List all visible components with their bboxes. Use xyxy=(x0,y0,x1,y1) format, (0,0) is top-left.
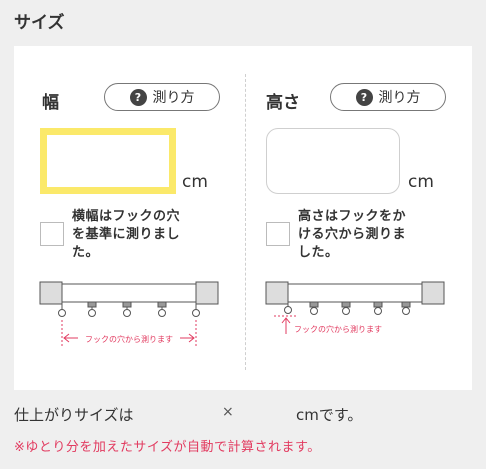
width-title: 幅 xyxy=(42,93,59,113)
height-confirm-line-1: 高さはフックをか xyxy=(298,209,407,224)
column-divider xyxy=(245,74,246,370)
height-bracket-left xyxy=(265,281,289,305)
height-confirm-line-2: ける穴から測りま xyxy=(298,227,407,242)
height-title: 高さ xyxy=(266,93,300,113)
height-measure-button[interactable]: ? 測り方 xyxy=(330,83,446,111)
width-confirm-line-1: 横幅はフックの穴 xyxy=(72,209,181,224)
width-unit: cm xyxy=(182,172,208,192)
finished-size-unit: cmです。 xyxy=(296,406,363,424)
height-unit: cm xyxy=(408,172,434,192)
height-confirm-label: 高さはフックをか ける穴から測りま した。 xyxy=(298,208,406,262)
width-runners xyxy=(58,301,200,317)
height-bracket-right xyxy=(421,281,445,305)
height-diagram-caption: フックの穴から測ります xyxy=(294,324,382,334)
height-measure-label: 測り方 xyxy=(378,90,421,106)
width-confirm-checkbox[interactable] xyxy=(40,222,64,246)
size-panel: 幅 ? 測り方 cm 横幅はフックの穴 を基準に測りまし た。 フックの穴から測… xyxy=(14,46,472,390)
width-confirm-label: 横幅はフックの穴 を基準に測りまし た。 xyxy=(72,208,180,262)
width-rail xyxy=(61,283,197,303)
height-confirm-checkbox[interactable] xyxy=(266,222,290,246)
section-title: サイズ xyxy=(14,13,65,33)
width-measure-button[interactable]: ? 測り方 xyxy=(104,83,220,111)
width-diagram: フックの穴から測ります xyxy=(39,281,219,348)
question-icon: ? xyxy=(129,88,147,106)
width-diagram-caption: フックの穴から測ります xyxy=(85,334,173,344)
width-confirm-row[interactable]: 横幅はフックの穴 を基準に測りまし た。 xyxy=(40,208,180,262)
height-confirm-line-3: した。 xyxy=(298,245,339,260)
height-rail xyxy=(287,283,423,303)
width-input[interactable] xyxy=(40,128,176,194)
auto-calc-note: ※ゆとり分を加えたサイズが自動で計算されます。 xyxy=(14,440,321,455)
height-confirm-row[interactable]: 高さはフックをか ける穴から測りま した。 xyxy=(266,208,406,262)
height-input[interactable] xyxy=(266,128,400,194)
finished-size-label: 仕上がりサイズは xyxy=(14,406,134,424)
width-bracket-left xyxy=(39,281,63,305)
width-measure-label: 測り方 xyxy=(152,90,195,106)
width-bracket-right xyxy=(195,281,219,305)
height-diagram: フックの穴から測ります xyxy=(265,281,445,334)
width-confirm-line-2: を基準に測りまし xyxy=(72,227,181,242)
times-sign: × xyxy=(222,404,234,420)
height-runners xyxy=(284,301,411,315)
width-confirm-line-3: た。 xyxy=(72,245,100,260)
question-icon: ? xyxy=(355,88,373,106)
